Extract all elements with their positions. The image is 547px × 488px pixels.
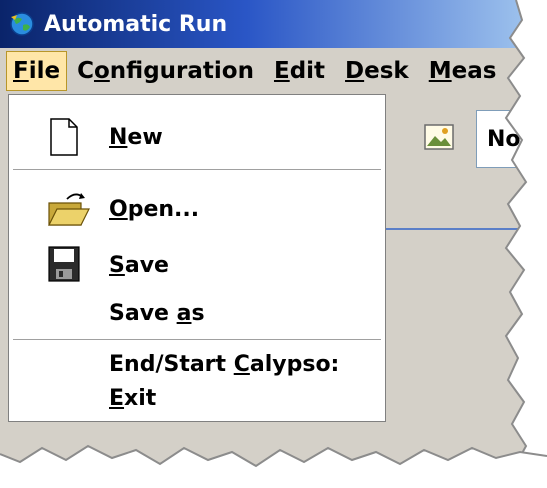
window-title: Automatic Run — [44, 11, 228, 37]
screenshot-stage: Automatic Run File Co nfiguration Edit De… — [0, 0, 547, 488]
label-accel: O — [109, 196, 128, 222]
label-post: s — [191, 300, 205, 326]
menu-configuration[interactable]: Co nfiguration — [67, 51, 264, 91]
menu-item-save-as[interactable]: Save as — [9, 291, 385, 335]
file-menu-dropdown: New Open... Save Save as End/Start Calyp… — [8, 94, 386, 422]
label-accel: a — [176, 300, 192, 326]
menu-bar: File Co nfiguration Edit Desk Meas — [0, 48, 547, 94]
menu-label-pre: C — [77, 58, 94, 84]
menu-item-label: Open... — [109, 197, 199, 222]
menu-separator — [13, 339, 381, 340]
menu-separator — [13, 169, 381, 170]
label-accel: E — [109, 385, 125, 411]
menu-edit[interactable]: Edit — [264, 51, 335, 91]
title-bar[interactable]: Automatic Run — [0, 0, 547, 48]
menu-label-accel: F — [13, 58, 29, 84]
menu-item-label: Save as — [109, 301, 205, 326]
menu-label-post: ile — [28, 58, 61, 84]
floppy-disk-icon — [47, 245, 89, 285]
menu-item-label: New — [109, 125, 163, 150]
picture-icon[interactable] — [424, 124, 454, 150]
label-post: ave — [124, 252, 169, 278]
menu-item-exit[interactable]: Exit — [9, 381, 385, 415]
menu-label-post: eas — [451, 58, 497, 84]
label-accel: C — [233, 351, 250, 377]
menu-item-label: Exit — [109, 386, 156, 411]
menu-label-post: dit — [289, 58, 326, 84]
new-document-icon — [47, 117, 89, 157]
menu-label-post: nfiguration — [109, 58, 254, 84]
menu-item-new[interactable]: New — [9, 113, 385, 161]
label-accel: S — [109, 252, 125, 278]
menu-label-accel: E — [273, 58, 290, 84]
torn-edge-bottom — [0, 444, 547, 488]
menu-item-save[interactable]: Save — [9, 241, 385, 289]
label-post: xit — [124, 385, 157, 411]
menu-measure[interactable]: Meas — [419, 51, 507, 91]
menu-file[interactable]: File — [6, 51, 68, 91]
open-folder-icon — [47, 189, 90, 229]
label-pre: End/Start — [109, 351, 234, 377]
torn-edge-right — [504, 0, 547, 488]
menu-desk[interactable]: Desk — [335, 51, 419, 91]
menu-item-label: Save — [109, 253, 169, 278]
menu-item-open[interactable]: Open... — [9, 185, 385, 233]
globe-icon — [8, 10, 38, 38]
label-pre: Save — [109, 300, 177, 326]
label-post: pen... — [127, 196, 200, 222]
menu-label-accel: o — [93, 58, 110, 84]
menu-label-accel: M — [428, 58, 452, 84]
application-window: Automatic Run File Co nfiguration Edit De… — [0, 0, 547, 488]
label-post: alypso: — [249, 351, 340, 377]
label-post: ew — [127, 124, 163, 150]
menu-label-post: esk — [364, 58, 409, 84]
menu-label-accel: D — [345, 58, 365, 84]
menu-item-label: End/Start Calypso: — [109, 352, 339, 377]
menu-item-end-start-calypso[interactable]: End/Start Calypso: — [9, 347, 385, 381]
label-accel: N — [109, 124, 128, 150]
